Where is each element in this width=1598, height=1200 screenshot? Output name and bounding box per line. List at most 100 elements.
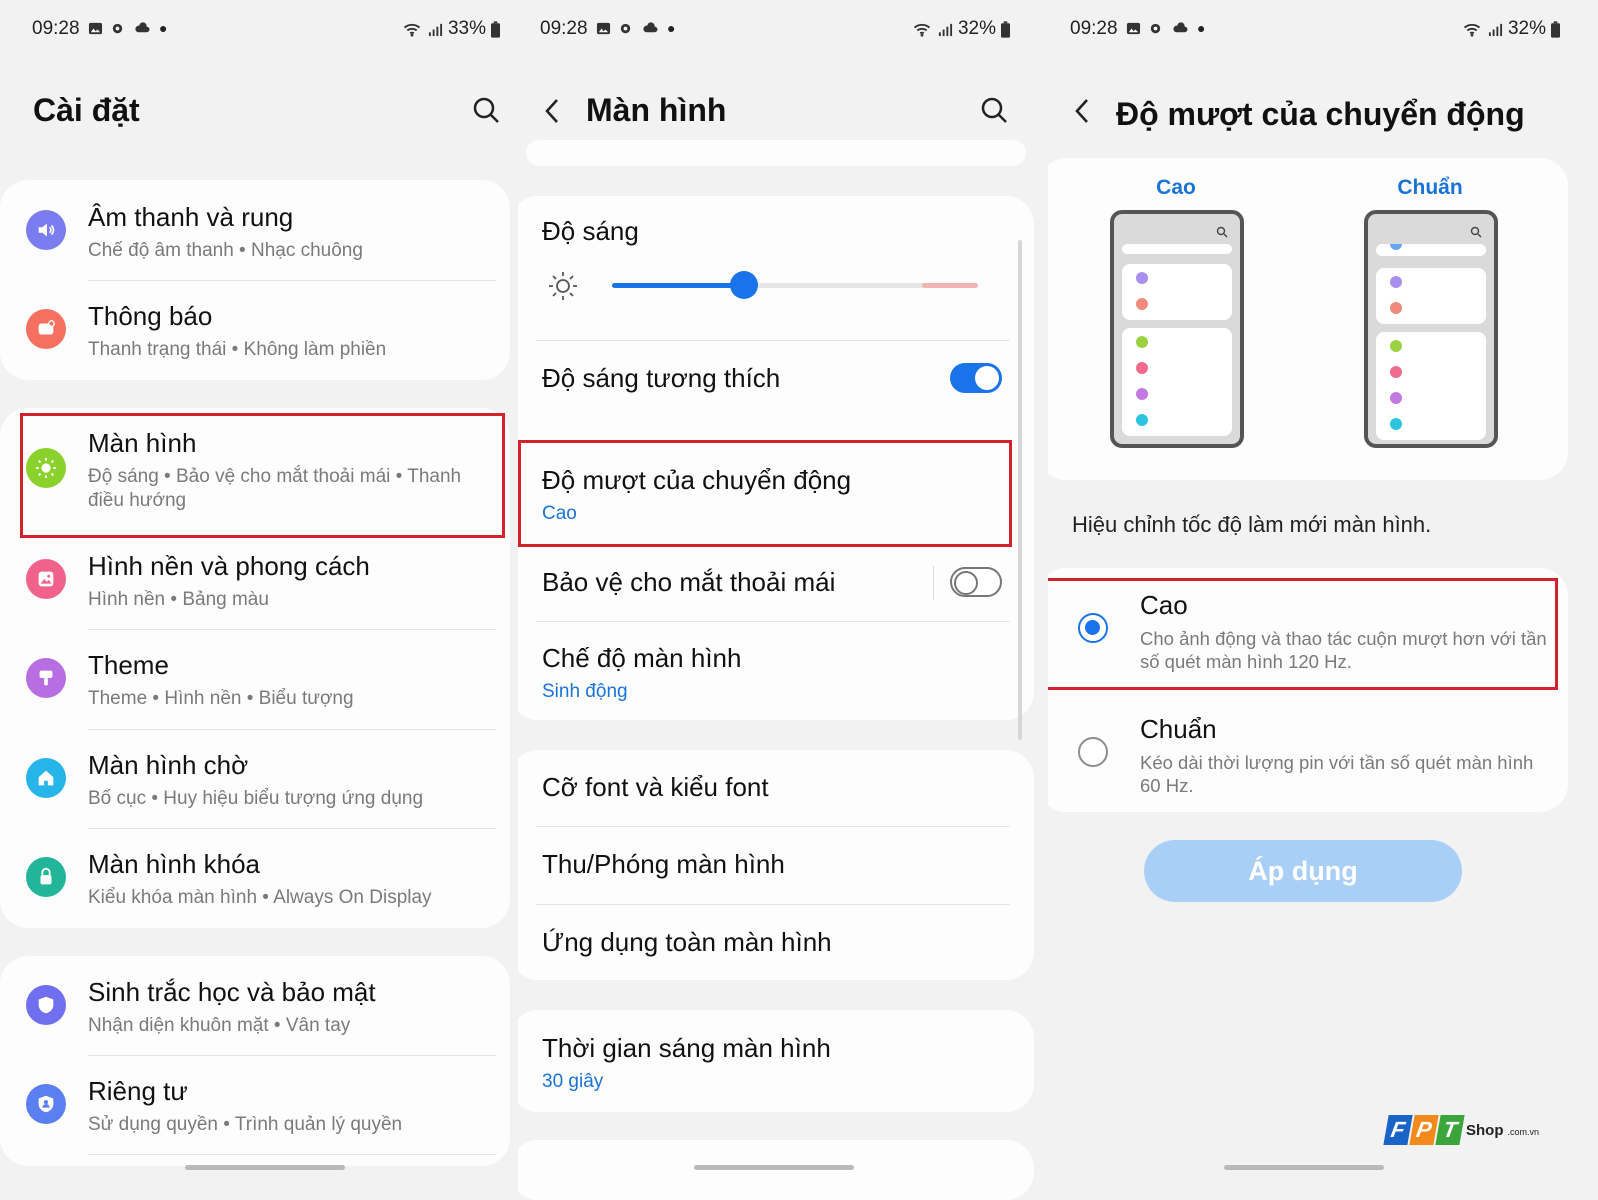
adaptive-brightness-toggle[interactable] — [950, 363, 1002, 393]
font-row[interactable]: Cỡ font và kiểu font — [542, 772, 769, 803]
settings-item-notifications[interactable]: Thông báo Thanh trạng thái • Không làm p… — [88, 301, 386, 362]
preview-bar — [1122, 244, 1232, 254]
wifi-icon — [1463, 23, 1481, 37]
preview-card — [1122, 328, 1232, 436]
settings-item-security[interactable]: Sinh trắc học và bảo mật Nhận diện khuôn… — [88, 977, 376, 1038]
item-subtitle: Hình nền • Bảng màu — [88, 589, 269, 610]
home-indicator[interactable] — [1224, 1165, 1384, 1170]
status-time: 09:28 — [1070, 18, 1118, 39]
battery-icon — [1001, 20, 1010, 38]
item-subtitle: Kiểu khóa màn hình • Always On Display — [88, 887, 432, 908]
vertical-divider — [933, 566, 934, 600]
signal-icon — [938, 23, 953, 36]
preview-card — [1122, 264, 1232, 320]
divider — [88, 1055, 496, 1056]
preview-bar — [1376, 244, 1486, 256]
page-title: Độ mượt của chuyển động — [1116, 96, 1525, 132]
status-bar: 09:28 ● 33% — [0, 16, 518, 46]
mini-search-icon — [1216, 226, 1228, 238]
settings-item-privacy[interactable]: Riêng tư Sử dụng quyền • Trình quản lý q… — [88, 1076, 402, 1137]
gallery-icon — [1126, 22, 1141, 34]
brightness-slider[interactable] — [612, 271, 978, 299]
item-subtitle: Bố cục • Huy hiệu biểu tượng ứng dụng — [88, 788, 424, 809]
cloud-icon — [135, 21, 150, 32]
settings-item-lock-screen[interactable]: Màn hình khóa Kiểu khóa màn hình • Alway… — [88, 849, 432, 910]
wifi-icon — [403, 23, 421, 37]
battery-percent: 32% — [957, 18, 996, 39]
eye-comfort-row[interactable]: Bảo vệ cho mắt thoải mái — [542, 567, 835, 598]
item-label: Bảo vệ cho mắt thoải mái — [542, 567, 836, 597]
home-indicator[interactable] — [694, 1165, 854, 1170]
settings-item-theme[interactable]: Theme Theme • Hình nền • Biểu tượng — [88, 650, 354, 711]
radio-standard[interactable] — [1078, 737, 1108, 767]
item-subtitle: Chế độ âm thanh • Nhạc chuông — [88, 240, 363, 261]
divider — [536, 621, 1010, 622]
logo-domain-text: .com.vn — [1507, 1127, 1540, 1137]
back-arrow-icon[interactable] — [1070, 96, 1094, 126]
adaptive-brightness-row[interactable]: Độ sáng tương thích — [542, 363, 780, 394]
search-icon[interactable] — [472, 96, 500, 124]
apply-button[interactable]: Áp dụng — [1144, 840, 1462, 902]
logo-letter: P — [1409, 1115, 1439, 1145]
gallery-icon — [88, 22, 103, 34]
fullscreen-apps-row[interactable]: Ứng dụng toàn màn hình — [542, 927, 832, 958]
item-subtitle: Nhận diện khuôn mặt • Vân tay — [88, 1015, 351, 1036]
divider — [536, 826, 1010, 827]
scrollbar[interactable] — [1018, 240, 1022, 740]
screen-mode-row[interactable]: Chế độ màn hình Sinh động — [542, 643, 741, 704]
motion-smoothness-panel: 09:28 ● 32% Độ mượt của chuyển động Cao … — [1048, 0, 1598, 1200]
speaker-icon — [26, 210, 66, 250]
logo-letter: F — [1383, 1115, 1413, 1145]
cloud-icon — [1173, 21, 1188, 32]
brush-icon — [26, 658, 66, 698]
item-subtitle: Theme • Hình nền • Biểu tượng — [88, 688, 354, 709]
zoom-row[interactable]: Thu/Phóng màn hình — [542, 849, 785, 880]
preview-card — [1376, 268, 1486, 324]
dot-icon: ● — [667, 20, 676, 36]
brightness-slider-fill — [612, 283, 744, 288]
divider — [536, 340, 1010, 341]
item-label: Ứng dụng toàn màn hình — [542, 927, 832, 957]
item-label: Riêng tư — [88, 1076, 188, 1106]
preview-label-standard: Chuẩn — [1397, 176, 1463, 199]
search-icon[interactable] — [980, 96, 1008, 124]
logo-shop-text: Shop — [1466, 1121, 1504, 1139]
status-bar: 09:28 ● 32% — [1048, 16, 1598, 46]
divider — [88, 729, 496, 730]
status-bar: 09:28 ● 32% — [518, 16, 1048, 46]
option-standard[interactable]: Chuẩn Kéo dài thời lượng pin với tần số … — [1140, 714, 1540, 797]
divider — [88, 828, 496, 829]
display-panel: 09:28 ● 32% Màn hình Độ sáng Độ sáng tươ… — [518, 0, 1048, 1200]
highlight-box — [1048, 578, 1558, 690]
divider — [536, 904, 1010, 905]
settings-item-sound[interactable]: Âm thanh và rung Chế độ âm thanh • Nhạc … — [88, 202, 363, 263]
status-time: 09:28 — [540, 18, 588, 39]
page-title: Cài đặt — [33, 92, 140, 128]
option-label: Chuẩn — [1140, 714, 1217, 744]
phone-preview-high — [1110, 210, 1244, 448]
eye-comfort-toggle[interactable] — [950, 567, 1002, 597]
home-indicator[interactable] — [185, 1165, 345, 1170]
divider — [88, 1154, 496, 1155]
phone-preview-standard — [1364, 210, 1498, 448]
display-group-4 — [518, 1140, 1034, 1200]
item-label: Thời gian sáng màn hình — [542, 1033, 831, 1063]
item-label: Thông báo — [88, 301, 213, 331]
item-value: 30 giây — [542, 1071, 604, 1092]
dot-icon: ● — [159, 20, 168, 36]
fpt-shop-logo: F P T Shop .com.vn — [1383, 1110, 1540, 1150]
item-label: Sinh trắc học và bảo mật — [88, 977, 376, 1007]
item-label: Theme — [88, 650, 169, 680]
screen-timeout-row[interactable]: Thời gian sáng màn hình 30 giây — [542, 1033, 831, 1094]
signal-icon — [1488, 23, 1503, 36]
battery-icon — [1551, 20, 1560, 38]
back-arrow-icon[interactable] — [540, 96, 564, 126]
gear-icon — [112, 23, 123, 33]
brightness-sun-icon — [549, 272, 577, 300]
brightness-slider-thumb[interactable] — [729, 271, 758, 299]
wifi-icon — [913, 23, 931, 37]
home-icon — [26, 758, 66, 798]
settings-item-home-screen[interactable]: Màn hình chờ Bố cục • Huy hiệu biểu tượn… — [88, 750, 423, 811]
settings-item-wallpaper[interactable]: Hình nền và phong cách Hình nền • Bảng m… — [88, 551, 370, 612]
item-label: Hình nền và phong cách — [88, 551, 370, 581]
